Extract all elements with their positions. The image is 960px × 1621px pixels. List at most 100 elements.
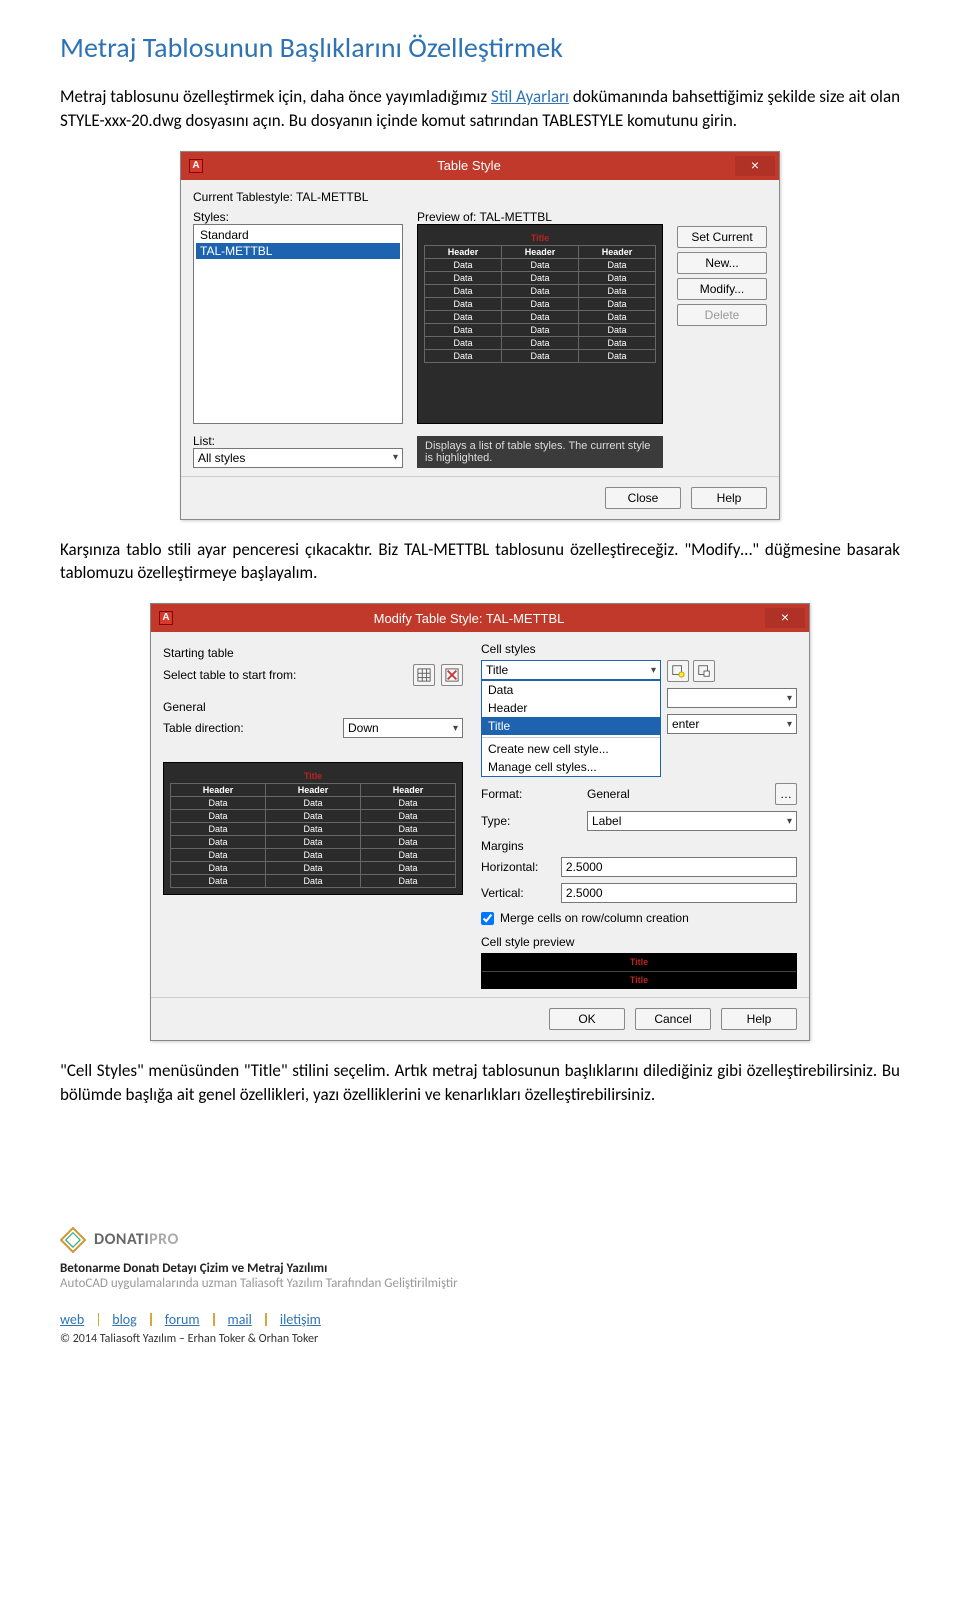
table-preview-2: Title HeaderHeaderHeader DataDataData Da… xyxy=(163,762,463,895)
footer-links: web blog forum mail iletişim xyxy=(60,1311,900,1328)
cell-preview-row2: Title xyxy=(482,972,796,989)
general-label: General xyxy=(163,700,463,714)
styles-listbox[interactable]: Standard TAL-METTBL xyxy=(193,224,403,424)
select-table-icon-button[interactable] xyxy=(413,664,435,686)
preview-title-cell: Title xyxy=(424,231,656,245)
ok-button[interactable]: OK xyxy=(549,1008,625,1030)
cell-option-data[interactable]: Data xyxy=(482,681,660,699)
footer-subtitle-2: AutoCAD uygulamalarında uzman Taliasoft … xyxy=(60,1276,900,1291)
new-cell-icon xyxy=(671,664,685,678)
chevron-down-icon: ▾ xyxy=(393,452,398,463)
cell-option-title[interactable]: Title xyxy=(482,717,660,735)
margins-label: Margins xyxy=(481,839,797,853)
help-button[interactable]: Help xyxy=(721,1008,797,1030)
preview-data: Data xyxy=(425,258,502,271)
remove-table-icon-button[interactable] xyxy=(441,664,463,686)
cell-option-manage[interactable]: Manage cell styles... xyxy=(482,758,660,776)
starting-table-label: Starting table xyxy=(163,646,463,660)
page-footer: DONATIPRO Betonarme Donatı Detayı Çizim … xyxy=(60,1227,900,1346)
brand-part2: PRO xyxy=(149,1230,179,1249)
cell-preview-label: Cell style preview xyxy=(481,935,797,949)
footer-link-mail[interactable]: mail xyxy=(228,1311,252,1328)
vertical-label: Vertical: xyxy=(481,886,555,900)
table-direction-value: Down xyxy=(348,721,379,735)
list-filter-combo[interactable]: All styles ▾ xyxy=(193,448,403,468)
page-heading: Metraj Tablosunun Başlıklarını Özelleşti… xyxy=(60,30,900,65)
brand-part1: DONATI xyxy=(94,1230,149,1249)
current-tablestyle-label: Current Tablestyle: TAL-METTBL xyxy=(193,190,767,204)
dialog-title: Table Style xyxy=(203,158,735,173)
style-item-talmettbl[interactable]: TAL-METTBL xyxy=(196,243,400,259)
list-label: List: xyxy=(193,434,403,448)
app-icon: A xyxy=(189,159,203,173)
footer-link-blog[interactable]: blog xyxy=(112,1311,137,1328)
cell-style-combo[interactable]: Title ▾ xyxy=(481,660,661,680)
enter-label: enter xyxy=(672,717,699,731)
footer-link-web[interactable]: web xyxy=(60,1311,84,1328)
type-combo[interactable]: Label ▾ xyxy=(587,811,797,831)
footer-link-forum[interactable]: forum xyxy=(165,1311,200,1328)
para1-pre: Metraj tablosunu özelleştirmek için, dah… xyxy=(60,86,491,107)
table-style-dialog: A Table Style × Current Tablestyle: TAL-… xyxy=(180,151,780,520)
footer-copyright: © 2014 Taliasoft Yazılım – Erhan Toker &… xyxy=(60,1332,900,1346)
new-cellstyle-icon-button[interactable] xyxy=(667,660,689,682)
vertical-input[interactable] xyxy=(561,883,797,903)
dialog2-title: Modify Table Style: TAL-METTBL xyxy=(173,611,765,626)
list-filter-value: All styles xyxy=(198,451,245,465)
cell-style-dropdown[interactable]: Data Header Title Create new cell style.… xyxy=(481,680,661,777)
paragraph-1: Metraj tablosunu özelleştirmek için, dah… xyxy=(60,85,900,133)
tooltip-text: Displays a list of table styles. The cur… xyxy=(417,436,663,468)
chevron-down-icon: ▾ xyxy=(787,693,792,704)
table-preview: Title HeaderHeaderHeader DataDataData Da… xyxy=(417,224,663,424)
paragraph-2: Karşınıza tablo stili ayar penceresi çık… xyxy=(60,538,900,586)
paragraph-3: "Cell Styles" menüsünden "Title" stilini… xyxy=(60,1059,900,1107)
horizontal-label: Horizontal: xyxy=(481,860,555,874)
alignment-combo-partial[interactable]: ▾ xyxy=(667,688,797,708)
chevron-down-icon: ▾ xyxy=(651,665,656,676)
cell-option-header[interactable]: Header xyxy=(482,699,660,717)
manage-cellstyle-icon-button[interactable] xyxy=(693,660,715,682)
close-button[interactable]: Close xyxy=(605,487,681,509)
style-item-standard[interactable]: Standard xyxy=(196,227,400,243)
footer-link-iletisim[interactable]: iletişim xyxy=(280,1311,321,1328)
cell-option-create[interactable]: Create new cell style... xyxy=(482,740,660,758)
new-button[interactable]: New... xyxy=(677,252,767,274)
footer-subtitle-1: Betonarme Donatı Detayı Çizim ve Metraj … xyxy=(60,1261,900,1276)
merge-cells-label: Merge cells on row/column creation xyxy=(500,911,689,925)
manage-cell-icon xyxy=(697,664,711,678)
chevron-down-icon: ▾ xyxy=(787,719,792,730)
close-icon[interactable]: × xyxy=(765,608,805,628)
delete-button[interactable]: Delete xyxy=(677,304,767,326)
color-combo-partial[interactable]: enter ▾ xyxy=(667,714,797,734)
dialog-titlebar: A Table Style × xyxy=(181,152,779,180)
format-value: General xyxy=(587,787,769,801)
table-direction-combo[interactable]: Down ▾ xyxy=(343,718,463,738)
chevron-down-icon: ▾ xyxy=(453,723,458,734)
type-label: Type: xyxy=(481,814,581,828)
cancel-button[interactable]: Cancel xyxy=(635,1008,711,1030)
horizontal-input[interactable] xyxy=(561,857,797,877)
styles-label: Styles: xyxy=(193,210,403,224)
help-button[interactable]: Help xyxy=(691,487,767,509)
preview-header: Header xyxy=(425,245,502,258)
cell-style-preview: Title Title xyxy=(481,953,797,989)
app-icon: A xyxy=(159,611,173,625)
modify-table-style-dialog: A Modify Table Style: TAL-METTBL × Start… xyxy=(150,603,810,1041)
cell-preview-row1: Title xyxy=(482,954,796,972)
stil-ayarlari-link[interactable]: Stil Ayarları xyxy=(491,86,569,107)
format-ellipsis-button[interactable]: … xyxy=(775,783,797,805)
preview-label: Preview of: TAL-METTBL xyxy=(417,210,663,224)
grid-icon xyxy=(417,668,431,682)
table-direction-label: Table direction: xyxy=(163,721,337,735)
chevron-down-icon: ▾ xyxy=(787,816,792,827)
merge-cells-input[interactable] xyxy=(481,912,494,925)
preview2-title: Title xyxy=(170,769,456,783)
set-current-button[interactable]: Set Current xyxy=(677,226,767,248)
close-icon[interactable]: × xyxy=(735,156,775,176)
grid-remove-icon xyxy=(445,668,459,682)
modify-button[interactable]: Modify... xyxy=(677,278,767,300)
donatipro-logo-text: DONATIPRO xyxy=(94,1230,179,1249)
cell-styles-label: Cell styles xyxy=(481,642,797,656)
select-table-label: Select table to start from: xyxy=(163,668,407,682)
merge-cells-checkbox[interactable]: Merge cells on row/column creation xyxy=(481,911,797,925)
